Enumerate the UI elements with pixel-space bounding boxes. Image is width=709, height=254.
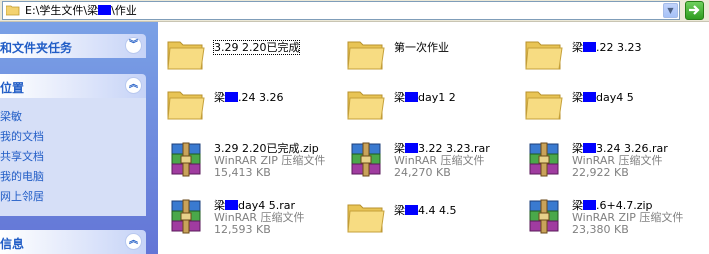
item-name: 第一次作业 [394,41,449,54]
address-dropdown-button[interactable]: ▼ [663,3,678,18]
other-places-list: 梁敏 我的文档 共享文档 我的电脑 网上邻居 [0,98,146,216]
folder-item[interactable]: 梁 .22 3.23 [516,34,696,78]
item-name: 梁 .24 3.26 [214,91,284,104]
redaction-block [225,200,238,210]
place-link[interactable]: 共享文档 [0,148,44,164]
archive-item[interactable]: 梁 day4 5.rar WinRAR 压缩文件 12,593 KB [158,197,338,241]
go-button[interactable] [685,1,704,20]
folder-icon [166,34,206,74]
place-link[interactable]: 我的电脑 [0,168,44,184]
winrar-archive-icon [524,140,564,180]
panel-title: 信息 [0,237,25,251]
chevron-down-icon[interactable]: ︾ [125,37,142,54]
winrar-archive-icon [524,197,564,237]
item-name: 梁 .22 3.23 [572,41,642,54]
archive-item[interactable]: 梁 3.24 3.26.rar WinRAR 压缩文件 22,922 KB [516,140,696,184]
arrow-right-icon [689,5,700,15]
chevron-up-icon[interactable]: ︽ [125,77,142,94]
item-size: 24,270 KB [394,166,451,179]
archive-item[interactable]: 梁 .6+4.7.zip WinRAR ZIP 压缩文件 23,380 KB [516,197,696,241]
redaction-block [405,92,418,102]
task-pane: 和文件夹任务 ︾ 位置 ︽ 梁敏 我的文档 共享文档 我的电脑 网上邻居 信息 … [0,22,158,254]
folder-item[interactable]: 3.29 2.20已完成 [158,34,338,78]
address-field[interactable]: E:\学生文件\梁 \作业 ▼ [2,1,680,20]
folder-item[interactable]: 第一次作业 [338,34,518,78]
item-size: 23,380 KB [572,223,629,236]
folder-icon [6,5,20,16]
item-name: 梁 day4 5 [572,91,634,104]
place-link[interactable]: 我的文档 [0,128,44,144]
redaction-block [583,143,596,153]
folder-item[interactable]: 梁 .24 3.26 [158,84,338,128]
place-link[interactable]: 网上邻居 [0,188,44,204]
file-folder-tasks-header[interactable]: 和文件夹任务 ︾ [0,34,146,58]
item-size: 15,413 KB [214,166,271,179]
item-size: 12,593 KB [214,223,271,236]
folder-item[interactable]: 梁 day1 2 [338,84,518,128]
redaction-block [583,92,596,102]
other-places-header[interactable]: 位置 ︽ [0,74,146,98]
folder-icon [524,84,564,124]
redaction-block [405,143,418,153]
folder-icon [346,84,386,124]
folder-icon [166,84,206,124]
winrar-archive-icon [166,197,206,237]
folder-icon [346,197,386,237]
winrar-archive-icon [166,140,206,180]
archive-item[interactable]: 3.29 2.20已完成.zip WinRAR ZIP 压缩文件 15,413 … [158,140,338,184]
folder-icon [346,34,386,74]
panel-title: 和文件夹任务 [0,41,73,55]
redaction-block [225,92,238,102]
folder-icon [524,34,564,74]
chevron-up-icon[interactable]: ︽ [125,233,142,250]
item-size: 22,922 KB [572,166,629,179]
redaction-block [405,205,418,215]
place-link[interactable]: 梁敏 [0,108,22,124]
item-name: 梁 day1 2 [394,91,456,104]
redaction-block [583,42,596,52]
item-name: 梁 4.4 4.5 [394,204,457,217]
folder-item[interactable]: 梁 day4 5 [516,84,696,128]
file-list: 3.29 2.20已完成 第一次作业 梁 .22 3.23 梁 .24 3.26 梁… [158,22,709,254]
panel-title: 位置 [0,81,25,95]
address-path: E:\学生文件\梁 \作业 [25,4,137,17]
archive-item[interactable]: 梁 3.22 3.23.rar WinRAR 压缩文件 24,270 KB [338,140,518,184]
redaction-block [583,200,596,210]
details-header[interactable]: 信息 ︽ [0,230,146,254]
folder-item[interactable]: 梁 4.4 4.5 [338,197,518,241]
winrar-archive-icon [346,140,386,180]
redaction-block [98,5,112,15]
address-bar: E:\学生文件\梁 \作业 ▼ [0,0,709,22]
item-name: 3.29 2.20已完成 [212,40,301,55]
